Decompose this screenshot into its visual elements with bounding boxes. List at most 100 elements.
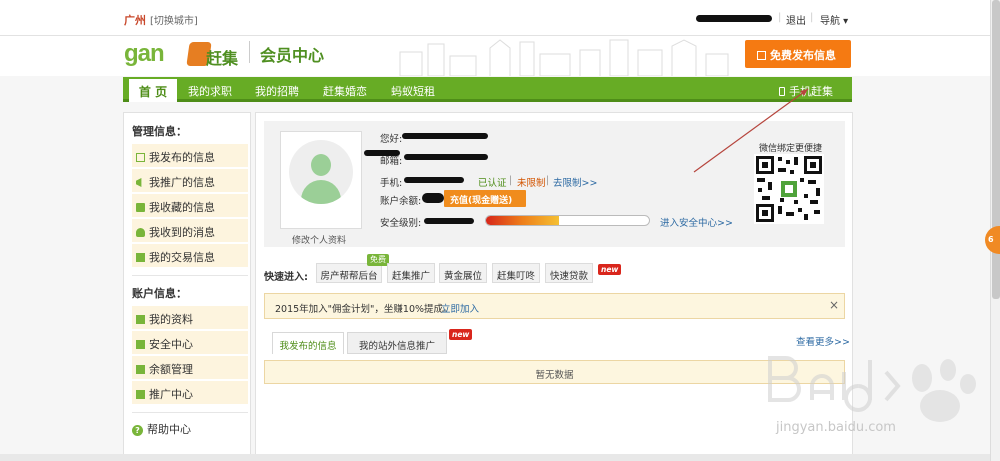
folder-icon bbox=[136, 203, 145, 212]
ganji-logo[interactable]: gan 赶集 bbox=[124, 40, 242, 68]
menu-my-recruiting[interactable]: 我的招聘 bbox=[255, 83, 299, 99]
username-redacted bbox=[696, 15, 772, 22]
commission-notice: 2015年加入"佣金计划"，坐赚10%提成。 立即加入 × bbox=[264, 293, 845, 319]
sidebar-item-label: 推广中心 bbox=[149, 388, 193, 401]
edit-icon bbox=[136, 153, 145, 162]
divider bbox=[132, 412, 248, 413]
sidebar-item-my-posts[interactable]: 我发布的信息 bbox=[132, 144, 248, 167]
sidebar-item-promotion-center[interactable]: 推广中心 bbox=[132, 381, 248, 404]
member-center-title: 会员中心 bbox=[260, 46, 325, 65]
help-icon: ? bbox=[132, 425, 143, 436]
sidebar-item-label: 我收藏的信息 bbox=[149, 201, 215, 214]
logout-link[interactable]: 退出 bbox=[786, 12, 806, 27]
avatar-placeholder-icon bbox=[289, 140, 353, 204]
free-post-button[interactable]: 免费发布信息 bbox=[745, 40, 851, 68]
manage-title: 管理信息： bbox=[132, 125, 187, 138]
phone-icon bbox=[779, 87, 785, 96]
join-now-link[interactable]: 立即加入 bbox=[441, 301, 479, 315]
menu-home[interactable]: 首 页 bbox=[129, 79, 177, 102]
logo-divider bbox=[249, 41, 250, 63]
plus-icon bbox=[136, 340, 145, 349]
security-label: 安全级别: bbox=[380, 218, 422, 229]
profile-card: 修改个人资料 您好: 邮箱: 手机: 已认证 | 未限制 | 去限制>> 账户余… bbox=[264, 121, 845, 247]
side-floating-tab[interactable]: 6 bbox=[985, 226, 1000, 254]
quick-fast-loan[interactable]: 快速贷款 bbox=[545, 263, 593, 283]
bell-icon bbox=[136, 228, 145, 237]
username-redacted bbox=[402, 133, 488, 139]
menu-my-jobs[interactable]: 我的求职 bbox=[188, 83, 232, 99]
avatar[interactable] bbox=[280, 131, 362, 229]
security-center-link[interactable]: 进入安全中心>> bbox=[660, 215, 733, 229]
wechat-qr-code[interactable] bbox=[754, 154, 824, 224]
edit-icon bbox=[757, 51, 766, 60]
scrollbar-thumb[interactable] bbox=[992, 0, 1000, 299]
logo-text: gan bbox=[124, 40, 165, 67]
remove-limit-link[interactable]: 去限制>> bbox=[553, 175, 597, 189]
megaphone-icon bbox=[136, 178, 142, 187]
balance-redacted bbox=[422, 193, 444, 203]
security-level-bar bbox=[485, 215, 650, 226]
logo-name: 赶集 bbox=[206, 49, 239, 68]
skyline-illustration bbox=[399, 39, 729, 76]
balance-label: 账户余额: bbox=[380, 196, 422, 207]
bottom-bar bbox=[0, 454, 990, 461]
sidebar-item-my-profile[interactable]: 我的资料 bbox=[132, 306, 248, 329]
security-level-fill bbox=[486, 216, 560, 225]
limit-status: 未限制 bbox=[517, 178, 546, 189]
plus-icon bbox=[136, 365, 145, 374]
free-badge: 免费 bbox=[367, 254, 389, 266]
notice-text: 2015年加入"佣金计划"，坐赚10%提成。 bbox=[275, 304, 453, 315]
phone-verified: 已认证 bbox=[478, 178, 507, 189]
mail-icon bbox=[136, 253, 145, 262]
header-banner: gan 赶集 会员中心 免费发布信息 bbox=[0, 36, 990, 76]
view-more-link[interactable]: 查看更多>> bbox=[796, 334, 850, 348]
help-center-link[interactable]: ? 帮助中心 bbox=[132, 421, 191, 437]
plus-icon bbox=[136, 390, 145, 399]
menu-short-rental[interactable]: 蚂蚁短租 bbox=[391, 83, 435, 99]
quick-ganji-promotion[interactable]: 赶集推广 bbox=[387, 263, 435, 283]
sidebar-item-label: 安全中心 bbox=[149, 338, 193, 351]
new-badge: new bbox=[449, 329, 473, 340]
sidebar-item-label: 我发布的信息 bbox=[149, 151, 215, 164]
hello-label: 您好: bbox=[380, 134, 403, 145]
mobile-ganji-link[interactable]: 手机赶集 bbox=[779, 83, 833, 99]
sidebar-item-label: 我收到的消息 bbox=[149, 226, 215, 239]
edit-profile-link[interactable]: 修改个人资料 bbox=[292, 233, 346, 246]
email-redacted bbox=[404, 154, 488, 160]
current-city: 广州 bbox=[124, 14, 146, 27]
sidebar-item-my-transactions[interactable]: 我的交易信息 bbox=[132, 244, 248, 267]
phone-label: 手机: bbox=[380, 178, 403, 189]
quick-ganji-dingdong[interactable]: 赶集叮咚 bbox=[492, 263, 540, 283]
sidebar-item-label: 我推广的信息 bbox=[149, 176, 215, 189]
quick-fangchan-backend[interactable]: 房产帮帮后台 bbox=[316, 263, 382, 283]
phone-redacted bbox=[404, 177, 464, 183]
sidebar-item-label: 我的资料 bbox=[149, 313, 193, 326]
free-post-label: 免费发布信息 bbox=[770, 49, 836, 62]
account-title: 账户信息： bbox=[132, 287, 187, 300]
nav-dropdown[interactable]: 导航 ▾ bbox=[820, 12, 848, 27]
close-icon[interactable]: × bbox=[829, 298, 839, 312]
empty-state: 暂无数据 bbox=[264, 360, 845, 384]
sidebar-item-label: 我的交易信息 bbox=[149, 251, 215, 264]
tab-offsite-promotion[interactable]: 我的站外信息推广 bbox=[347, 332, 447, 354]
recharge-button[interactable]: 充值(现金赠送) bbox=[444, 190, 526, 207]
sidebar-item-my-promotions[interactable]: 我推广的信息 bbox=[132, 169, 248, 192]
switch-city-link[interactable]: [切换城市] bbox=[150, 12, 198, 27]
top-bar: 广州 [切换城市] | 退出 | 导航 ▾ bbox=[0, 0, 990, 36]
tab-my-posts[interactable]: 我发布的信息 bbox=[272, 332, 344, 354]
sidebar-item-label: 余额管理 bbox=[149, 363, 193, 376]
sidebar-item-balance[interactable]: 余额管理 bbox=[132, 356, 248, 379]
separator: | bbox=[546, 175, 550, 186]
separator: | bbox=[778, 12, 782, 23]
watermark-url: jingyan.baidu.com bbox=[776, 420, 896, 435]
security-level-redacted bbox=[424, 218, 474, 224]
separator: | bbox=[810, 12, 814, 23]
quick-gold-booth[interactable]: 黄金展位 bbox=[439, 263, 487, 283]
menu-dating[interactable]: 赶集婚恋 bbox=[323, 83, 367, 99]
sidebar-item-my-messages[interactable]: 我收到的消息 bbox=[132, 219, 248, 242]
plus-icon bbox=[136, 315, 145, 324]
sidebar-item-my-favorites[interactable]: 我收藏的信息 bbox=[132, 194, 248, 217]
divider bbox=[132, 275, 248, 276]
sidebar-item-security[interactable]: 安全中心 bbox=[132, 331, 248, 354]
quick-access-label: 快速进入: bbox=[264, 272, 308, 283]
